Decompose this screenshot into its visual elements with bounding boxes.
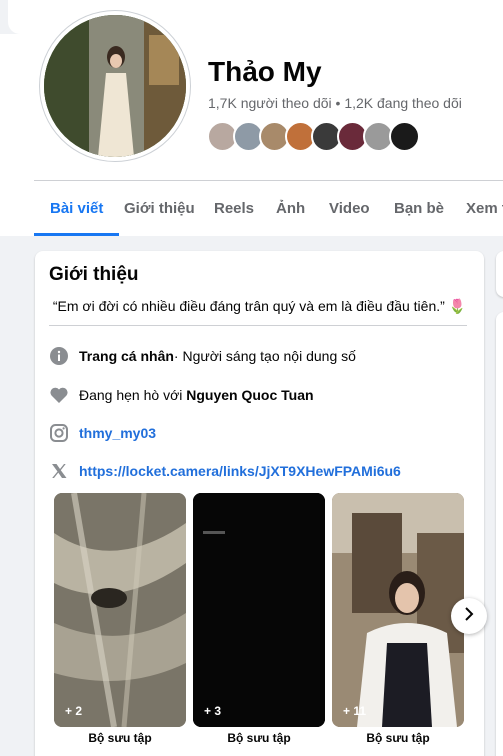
tab-photos[interactable]: Ảnh [276,181,305,236]
profile-type-label: Trang cá nhân [79,348,174,364]
relationship-partner-link[interactable]: Nguyen Quoc Tuan [186,387,313,403]
tab-reels[interactable]: Reels [214,181,254,236]
side-card [496,251,503,297]
relationship-prefix: Đang hẹn hò với [79,387,187,403]
website-link[interactable]: https://locket.camera/links/JjXT9XHewFPA… [79,463,401,479]
tab-about[interactable]: Giới thiệu [124,181,195,236]
collections-row: + 2 + 3 + 11 [54,493,484,728]
intro-title: Giới thiệu [49,264,139,285]
profile-type-value: · Người sáng tạo nội dung số [173,348,356,364]
collection-count: + 2 [65,704,83,718]
x-icon [49,461,69,481]
heart-icon [49,385,69,405]
bio-divider [49,325,467,326]
bio-text: “Em ơi đời có nhiều điều đáng trân quý v… [52,298,467,314]
side-card [496,312,503,756]
next-collection-button[interactable] [451,598,487,634]
collection-thumbnail[interactable]: + 3 [193,493,325,727]
info-row-relationship: Đang hẹn hò với Nguyen Quoc Tuan [49,383,314,407]
follower-counts[interactable]: 1,7K người theo dõi • 1,2K đang theo dõi [208,95,462,111]
chevron-right-icon [461,606,477,627]
info-row-instagram: thmy_my03 [49,421,156,445]
friends-avatars[interactable] [207,121,437,153]
collection-label[interactable]: Bộ sưu tập [54,731,186,745]
collection-count: + 11 [343,704,367,718]
info-icon [49,346,69,366]
tab-friends[interactable]: Bạn bè [394,181,444,236]
collection-thumbnail[interactable]: + 2 [54,493,186,727]
collection-count: + 3 [204,704,222,718]
tab-videos[interactable]: Video [329,181,370,236]
tab-posts[interactable]: Bài viết [33,181,120,236]
friend-avatar[interactable] [389,121,420,152]
collection-thumbnail[interactable]: + 11 [332,493,464,727]
instagram-link[interactable]: thmy_my03 [79,425,156,441]
profile-avatar[interactable] [40,11,190,161]
collection-label[interactable]: Bộ sưu tập [193,731,325,745]
profile-tabs: Bài viết Giới thiệu Reels Ảnh Video Bạn … [33,181,503,236]
instagram-icon [49,423,69,443]
intro-card: Giới thiệu “Em ơi đời có nhiều điều đáng… [35,251,484,756]
tab-more[interactable]: Xem th [466,181,503,236]
info-row-profile-type: Trang cá nhân · Người sáng tạo nội dung … [49,344,356,368]
collection-label[interactable]: Bộ sưu tập [332,731,464,745]
info-row-website: https://locket.camera/links/JjXT9XHewFPA… [49,459,401,483]
profile-name: Thảo My [208,56,322,87]
